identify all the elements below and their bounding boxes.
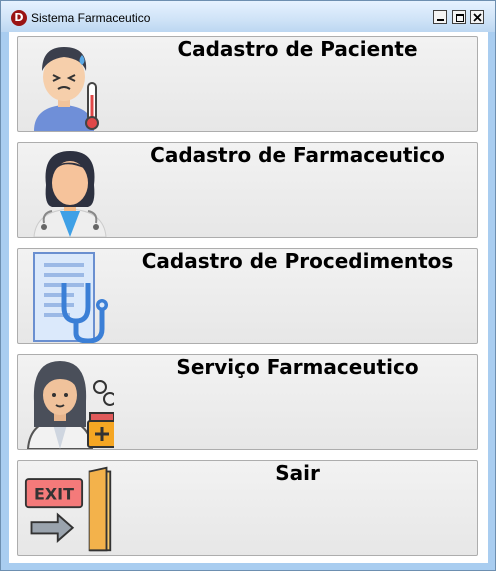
- window-title: Sistema Farmaceutico: [31, 11, 151, 25]
- cadastro-procedimentos-label: Cadastro de Procedimentos: [141, 249, 454, 273]
- close-button[interactable]: [470, 10, 484, 24]
- clipboard-stethoscope-icon: [33, 252, 108, 343]
- minimize-button[interactable]: [433, 10, 447, 24]
- svg-text:EXIT: EXIT: [34, 485, 74, 504]
- exit-door-icon: EXIT: [24, 466, 112, 552]
- servico-farmaceutico-label: Serviço Farmaceutico: [176, 355, 419, 379]
- cadastro-farmaceutico-button[interactable]: Cadastro de Farmaceutico: [17, 142, 478, 238]
- sair-label: Sair: [275, 461, 320, 485]
- cadastro-paciente-label: Cadastro de Paciente: [177, 37, 418, 61]
- main-window: D Sistema Farmaceutico Cadastro de Pacie…: [0, 0, 496, 571]
- cadastro-procedimentos-button[interactable]: Cadastro de Procedimentos: [17, 248, 478, 344]
- cadastro-farmaceutico-label: Cadastro de Farmaceutico: [150, 143, 445, 167]
- pharmacist-medicine-icon: [26, 361, 114, 449]
- servico-farmaceutico-button[interactable]: Serviço Farmaceutico: [17, 354, 478, 450]
- maximize-button[interactable]: [452, 10, 466, 24]
- pharmacist-doctor-icon: [33, 151, 107, 237]
- cadastro-paciente-button[interactable]: Cadastro de Paciente: [17, 36, 478, 132]
- title-bar[interactable]: D Sistema Farmaceutico: [1, 1, 495, 32]
- main-panel: Cadastro de Paciente Cadastro de Farmace…: [9, 32, 488, 563]
- sair-button[interactable]: EXIT Sair: [17, 460, 478, 556]
- close-icon: [473, 13, 482, 22]
- sick-patient-thermometer-icon: [34, 47, 99, 131]
- app-icon: D: [11, 10, 27, 26]
